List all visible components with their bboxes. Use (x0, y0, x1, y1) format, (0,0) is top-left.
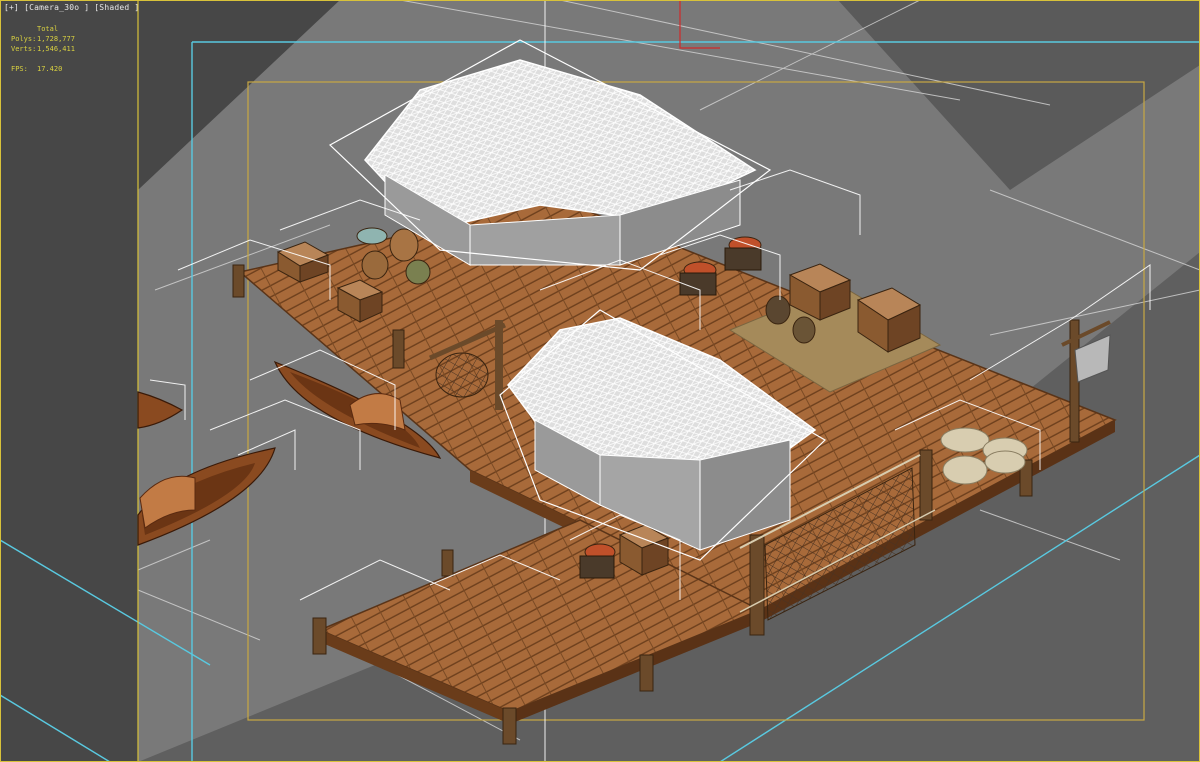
viewport-label[interactable]: [+] [Camera_30o ] [Shaded ] (4, 3, 139, 12)
verts-label: Verts: (11, 45, 37, 53)
3d-viewport[interactable]: [+] [Camera_30o ] [Shaded ] Total Polys:… (0, 0, 1200, 762)
stats-fps-row: FPS: 17.420 (11, 64, 75, 74)
polys-value: 1,728,777 (37, 35, 75, 43)
stats-header: Total (37, 25, 59, 33)
fps-value: 17.420 (37, 65, 63, 73)
scene-render[interactable] (0, 0, 1200, 762)
statistics-overlay: Total Polys: 1,728,777 Verts: 1,546,411 … (11, 24, 75, 74)
fps-label: FPS: (11, 65, 28, 73)
verts-value: 1,546,411 (37, 45, 75, 53)
stats-polys-row: Polys: 1,728,777 (11, 34, 75, 44)
stats-verts-row: Verts: 1,546,411 (11, 44, 75, 54)
polys-label: Polys: (11, 35, 37, 43)
